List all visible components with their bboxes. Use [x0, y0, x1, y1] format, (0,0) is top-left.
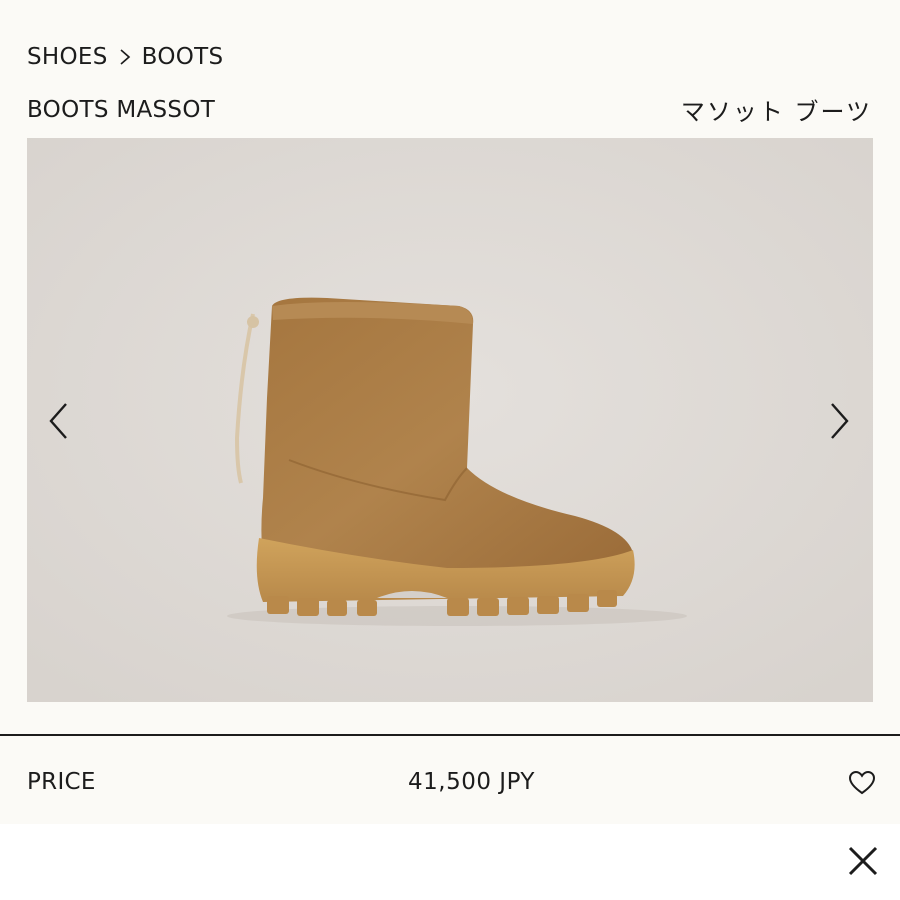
price-value: 41,500 JPY [408, 769, 535, 795]
breadcrumb-item-shoes[interactable]: SHOES [27, 44, 108, 70]
breadcrumb-item-boots[interactable]: BOOTS [142, 44, 224, 70]
product-image-carousel[interactable] [27, 138, 873, 702]
product-title-japanese: マソット ブーツ [680, 98, 872, 126]
price-row: PRICE 41,500 JPY [0, 736, 900, 824]
heart-icon[interactable] [848, 770, 876, 796]
chevron-right-icon [120, 49, 130, 65]
title-row: BOOTS MASSOT マソット ブーツ [27, 92, 872, 127]
bottom-bar [0, 824, 900, 900]
price-label: PRICE [27, 769, 96, 795]
product-title: BOOTS MASSOT [27, 96, 216, 123]
product-page: SHOES BOOTS BOOTS MASSOT マソット ブーツ PRICE … [0, 0, 900, 900]
chevron-right-icon[interactable] [826, 400, 852, 442]
chevron-left-icon[interactable] [46, 400, 72, 442]
breadcrumb: SHOES BOOTS [27, 44, 223, 70]
product-image [27, 138, 873, 702]
close-icon[interactable] [846, 844, 880, 878]
